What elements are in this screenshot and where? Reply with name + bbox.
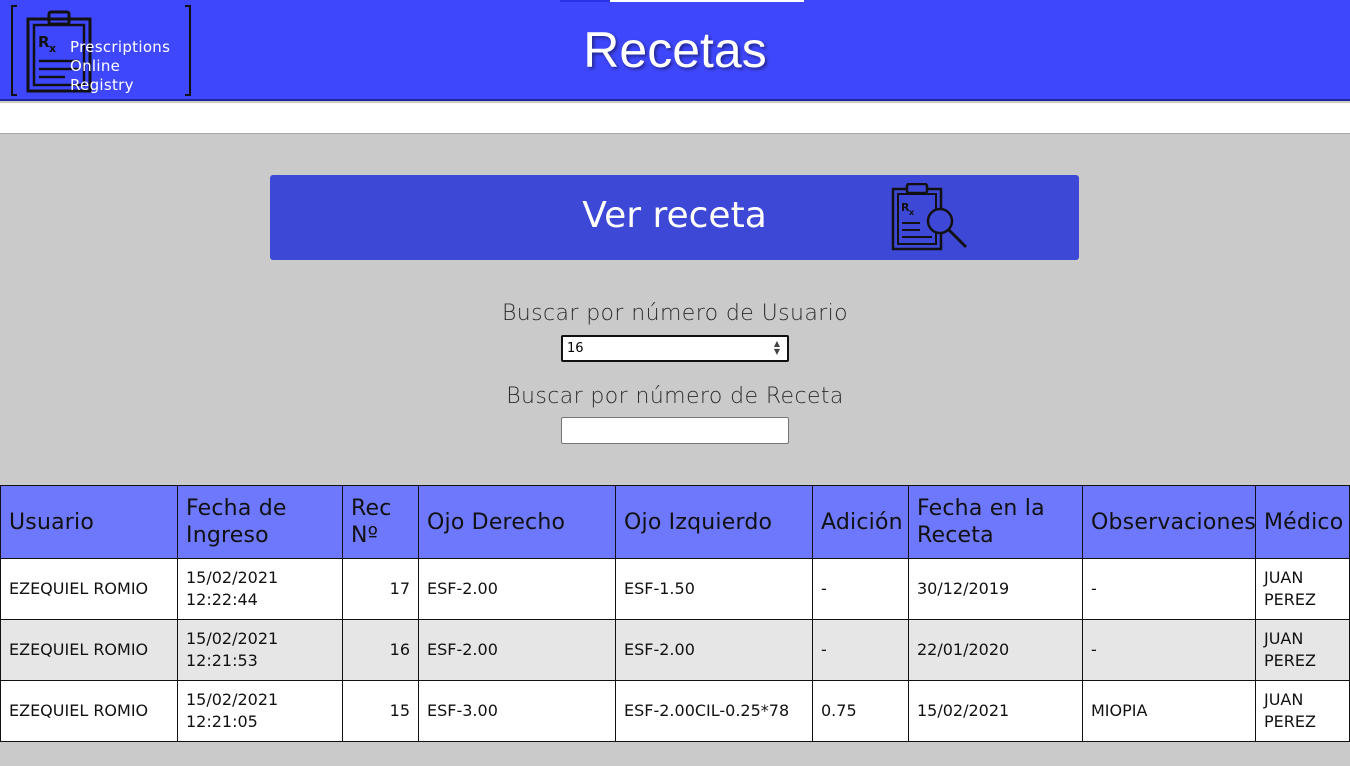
column-header: Rec Nº xyxy=(342,485,419,559)
table-cell: 22/01/2020 xyxy=(908,619,1083,681)
nav-strip xyxy=(0,103,1350,134)
page-title: Recetas xyxy=(583,22,767,78)
table-cell: JUAN PEREZ xyxy=(1255,680,1350,742)
view-prescription-button[interactable]: Ver receta R x xyxy=(270,175,1079,260)
svg-text:x: x xyxy=(909,208,915,217)
app-header: R x Prescriptions Online Registry Receta… xyxy=(0,0,1350,101)
table-cell: 15/02/2021 xyxy=(908,680,1083,742)
table-cell: 15 xyxy=(342,680,419,742)
table-cell: 0.75 xyxy=(812,680,909,742)
table-cell: ESF-3.00 xyxy=(418,680,616,742)
column-header: Ojo Izquierdo xyxy=(615,485,813,559)
search-by-recipe-label: Buscar por número de Receta xyxy=(506,384,844,409)
table-cell: JUAN PEREZ xyxy=(1255,558,1350,620)
column-header: Ojo Derecho xyxy=(418,485,616,559)
table-cell: ESF-2.00CIL-0.25*78 xyxy=(615,680,813,742)
table-cell: ESF-2.00 xyxy=(615,619,813,681)
column-header: Observaciones xyxy=(1082,485,1256,559)
table-row[interactable]: EZEQUIEL ROMIO 15/02/2021 12:22:44 17 ES… xyxy=(0,558,1350,620)
column-header: Adición xyxy=(812,485,909,559)
table-cell: 30/12/2019 xyxy=(908,558,1083,620)
table-cell: ESF-1.50 xyxy=(615,558,813,620)
table-cell: 15/02/2021 12:21:53 xyxy=(177,619,343,681)
table-cell: EZEQUIEL ROMIO xyxy=(0,619,178,681)
prescription-search-icon: R x xyxy=(891,183,968,251)
table-row[interactable]: EZEQUIEL ROMIO 15/02/2021 12:21:05 15 ES… xyxy=(0,680,1350,742)
column-header: Fecha en la Receta xyxy=(908,485,1083,559)
recipe-number-input[interactable] xyxy=(561,417,789,444)
table-cell: EZEQUIEL ROMIO xyxy=(0,558,178,620)
column-header: Médico xyxy=(1255,485,1350,559)
table-cell: JUAN PEREZ xyxy=(1255,619,1350,681)
table-cell: 15/02/2021 12:22:44 xyxy=(177,558,343,620)
table-row[interactable]: EZEQUIEL ROMIO 15/02/2021 12:21:53 16 ES… xyxy=(0,619,1350,681)
table-cell: MIOPIA xyxy=(1082,680,1256,742)
table-cell: 15/02/2021 12:21:05 xyxy=(177,680,343,742)
table-cell: 17 xyxy=(342,558,419,620)
table-cell: - xyxy=(1082,619,1256,681)
table-cell: ESF-2.00 xyxy=(418,558,616,620)
column-header: Usuario xyxy=(0,485,178,559)
prescriptions-table: Usuario Fecha de Ingreso Rec Nº Ojo Dere… xyxy=(0,485,1350,742)
search-by-user-label: Buscar por número de Usuario xyxy=(501,301,849,326)
header-tab-indicator xyxy=(610,0,804,2)
table-header-row: Usuario Fecha de Ingreso Rec Nº Ojo Dere… xyxy=(0,485,1350,559)
table-cell: ESF-2.00 xyxy=(418,619,616,681)
user-number-input[interactable] xyxy=(561,335,789,362)
table-cell: - xyxy=(812,558,909,620)
table-cell: - xyxy=(812,619,909,681)
header-tab-accent xyxy=(560,0,610,2)
table-cell: 16 xyxy=(342,619,419,681)
column-header: Fecha de Ingreso xyxy=(177,485,343,559)
table-cell: - xyxy=(1082,558,1256,620)
table-cell: EZEQUIEL ROMIO xyxy=(0,680,178,742)
